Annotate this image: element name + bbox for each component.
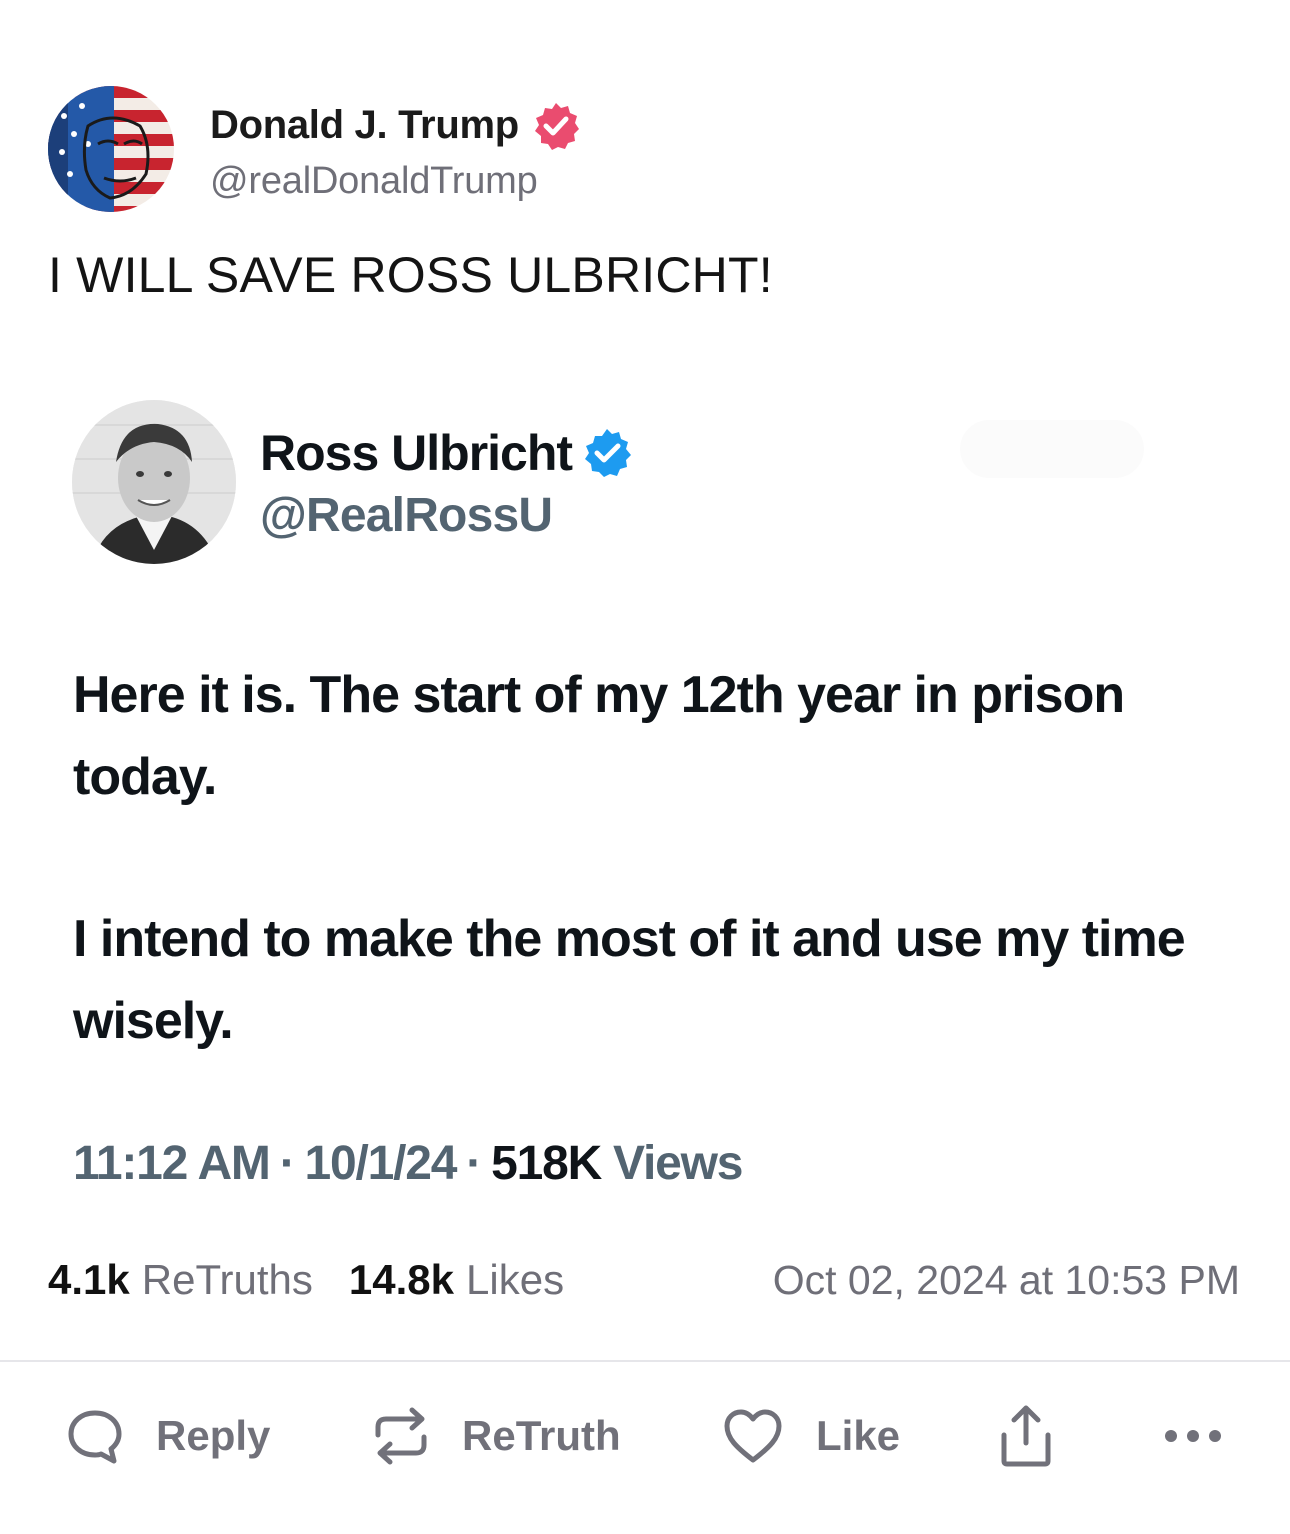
separator: ·	[466, 1137, 482, 1190]
avatar[interactable]	[48, 86, 174, 212]
post-timestamp: Oct 02, 2024 at 10:53 PM	[772, 1256, 1240, 1303]
embed-follow-placeholder	[960, 420, 1144, 478]
separator: ·	[279, 1137, 296, 1190]
embed-tweet-text: Here it is. The start of my 12th year in…	[73, 654, 1213, 1062]
retruths-stat[interactable]: 4.1k ReTruths	[48, 1256, 313, 1304]
embed-time: 11:12 AM	[73, 1137, 271, 1190]
retruth-label: ReTruth	[462, 1412, 621, 1459]
likes-count: 14.8k	[348, 1256, 455, 1303]
avatar	[72, 400, 236, 564]
retruths-label: ReTruths	[141, 1256, 313, 1303]
repost-arrows-icon	[372, 1405, 430, 1467]
avatar-flag-portrait	[48, 86, 174, 212]
like-button[interactable]: Like	[722, 1398, 900, 1474]
reply-button[interactable]: Reply	[66, 1398, 270, 1474]
like-label: Like	[816, 1412, 901, 1459]
more-dots-icon	[1162, 1426, 1224, 1446]
embed-author-name: Ross Ulbricht	[260, 424, 573, 481]
divider	[0, 1360, 1290, 1362]
verified-badge-icon	[531, 101, 581, 151]
embed-paragraph: I intend to make the most of it and use …	[73, 910, 1186, 1050]
retruth-button[interactable]: ReTruth	[372, 1398, 621, 1474]
likes-stat[interactable]: 14.8k Likes	[349, 1256, 564, 1304]
embed-views-label: Views	[613, 1137, 743, 1190]
reply-label: Reply	[156, 1412, 271, 1459]
share-upload-icon	[998, 1403, 1054, 1469]
share-button[interactable]	[998, 1398, 1054, 1474]
action-bar: Reply ReTruth Like	[0, 1398, 1290, 1474]
author-handle[interactable]: @realDonaldTrump	[210, 160, 581, 203]
speech-bubble-icon	[66, 1407, 124, 1465]
embed-paragraph: Here it is. The start of my 12th year in…	[73, 666, 1125, 806]
post-stats: 4.1k ReTruths 14.8k Likes Oct 02, 2024 a…	[48, 1252, 1240, 1308]
embed-author: Ross Ulbricht @RealRossU	[72, 400, 634, 564]
likes-label: Likes	[466, 1256, 565, 1303]
author-name[interactable]: Donald J. Trump	[210, 103, 519, 148]
verified-badge-icon	[580, 426, 634, 480]
post-author[interactable]: Donald J. Trump @realDonaldTrump	[48, 86, 581, 212]
heart-icon	[722, 1407, 784, 1465]
embedded-image[interactable]: Ross Ulbricht @RealRossU Here it is. The…	[48, 362, 1240, 1222]
post-text: I WILL SAVE ROSS ULBRICHT!	[48, 247, 773, 303]
embed-author-handle: @RealRossU	[260, 488, 553, 542]
embed-meta: 11:12 AM · 10/1/24 · 518K Views	[73, 1136, 743, 1191]
embed-date: 10/1/24	[304, 1137, 458, 1190]
embed-views-count: 518K	[491, 1137, 602, 1190]
retruths-count: 4.1k	[48, 1256, 130, 1303]
more-options-button[interactable]	[1162, 1398, 1224, 1474]
avatar-portrait	[72, 400, 236, 564]
